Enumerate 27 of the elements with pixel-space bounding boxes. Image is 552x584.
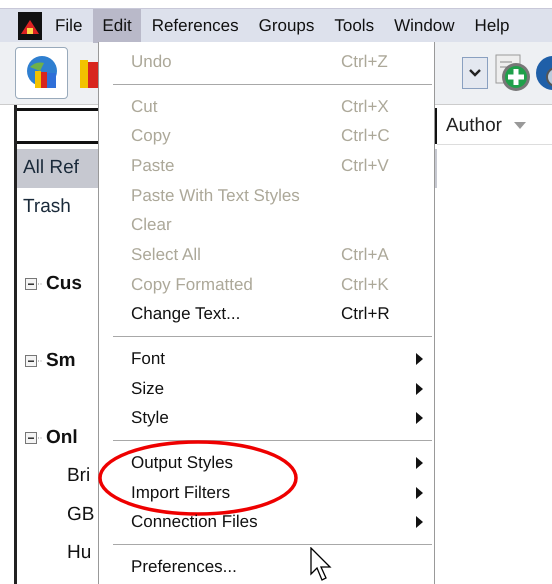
menu-item[interactable]: Connection Files: [99, 508, 434, 538]
collapse-icon[interactable]: [25, 354, 43, 367]
menu-item[interactable]: Groups: [250, 8, 324, 42]
column-header[interactable]: Author: [437, 108, 552, 145]
menu-item[interactable]: Output Styles: [99, 448, 434, 478]
menu-item[interactable]: Help: [466, 8, 519, 42]
menu-item[interactable]: Style: [99, 404, 434, 434]
add-reference-icon[interactable]: [494, 53, 532, 93]
group-heading[interactable]: Cus: [46, 272, 82, 295]
chevron-down-icon: [469, 69, 481, 77]
menu-item[interactable]: References: [142, 8, 248, 42]
collapse-icon[interactable]: [25, 278, 43, 290]
collapse-icon[interactable]: [25, 432, 43, 444]
menu-item[interactable]: Preferences...: [99, 552, 434, 582]
menu-item[interactable]: Size: [99, 374, 434, 404]
group-heading[interactable]: Sm: [46, 350, 76, 372]
menu-item[interactable]: Change Text... Ctrl+R: [99, 300, 434, 330]
app-logo-icon: [18, 12, 42, 40]
dropdown-button[interactable]: [462, 57, 488, 89]
menu-item[interactable]: File: [46, 8, 92, 42]
library-button[interactable]: [15, 47, 68, 99]
menu-item[interactable]: Import Filters: [99, 478, 434, 508]
menu-item[interactable]: Tools: [325, 8, 384, 42]
menu-item[interactable]: Window: [385, 8, 464, 42]
menu-item[interactable]: Edit: [93, 8, 141, 42]
group-heading[interactable]: Onl: [46, 426, 78, 449]
menu-item[interactable]: Font: [99, 344, 434, 374]
